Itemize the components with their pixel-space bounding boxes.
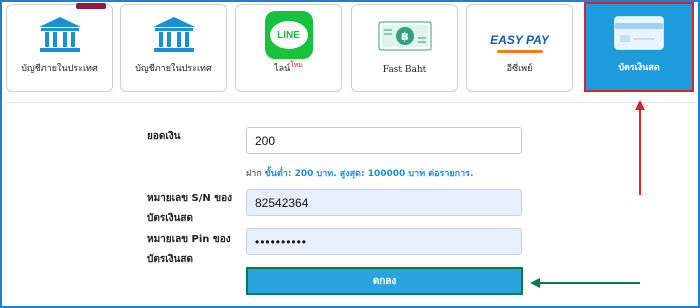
method-label: อีซี่เพย์: [506, 64, 533, 74]
method-line[interactable]: LINE ไลน์ใหม่: [235, 4, 342, 92]
serial-label: หมายเลข S/N ของ บัตรเงินสด: [147, 190, 232, 228]
line-icon-text: LINE: [269, 21, 308, 49]
hint-prefix: ฝาก: [246, 169, 262, 179]
new-tag: ใหม่: [290, 61, 303, 69]
amount-hint: ฝาก ขั้นต่ำ: 200 บาท. สูงสุด: 100000 บาท…: [246, 166, 473, 180]
easy-pay-logo: EASY PAY: [480, 31, 560, 53]
method-label: Fast Baht: [382, 65, 427, 75]
method-label: บัตรเงินสด: [618, 63, 660, 73]
pin-label: หมายเลข Pin ของ บัตรเงินสด: [147, 231, 231, 269]
line-icon: LINE: [264, 11, 313, 59]
baht-banknote-icon: ฿: [378, 21, 431, 51]
recommended-badge: [76, 3, 106, 9]
bank-icon: [152, 17, 195, 52]
method-label: บัญชีภายในประเทศ: [135, 64, 212, 74]
divider: [6, 102, 696, 103]
serial-label-line2: บัตรเงินสด: [147, 213, 193, 224]
method-bank-2[interactable]: บัญชีภายในประเทศ: [120, 4, 227, 92]
amount-label: ยอดเงิน: [147, 131, 181, 142]
pin-label-line2: บัตรเงินสด: [147, 254, 193, 265]
pin-input[interactable]: ••••••••••: [246, 228, 522, 255]
card-icon: [614, 16, 664, 50]
method-label: ไลน์ใหม่: [236, 60, 341, 75]
easy-pay-logo-text: EASY PAY: [490, 33, 549, 47]
method-label-text: ไลน์: [274, 64, 291, 74]
serial-label-line1: หมายเลข S/N ของ: [147, 193, 232, 204]
bank-icon: [38, 17, 81, 52]
method-bank-1[interactable]: บัญชีภายในประเทศ: [6, 3, 113, 92]
serial-input[interactable]: 82542364: [246, 189, 522, 216]
amount-input[interactable]: 200: [246, 127, 522, 154]
pin-label-line1: หมายเลข Pin ของ: [147, 234, 231, 245]
method-easy-pay[interactable]: EASY PAY อีซี่เพย์: [466, 4, 573, 92]
method-fast-baht[interactable]: ฿ Fast Baht: [351, 4, 458, 92]
method-cash-card[interactable]: บัตรเงินสด: [584, 2, 694, 92]
svg-text:฿: ฿: [401, 30, 409, 43]
hint-detail: ขั้นต่ำ: 200 บาท. สูงสุด: 100000 บาท ต่อ…: [264, 169, 474, 179]
submit-button[interactable]: ตกลง: [246, 267, 523, 295]
method-label: บัญชีภายในประเทศ: [21, 64, 98, 74]
payment-method-list: บัญชีภายในประเทศ บัญชีภายในประเทศ LINE ไ…: [6, 2, 696, 96]
